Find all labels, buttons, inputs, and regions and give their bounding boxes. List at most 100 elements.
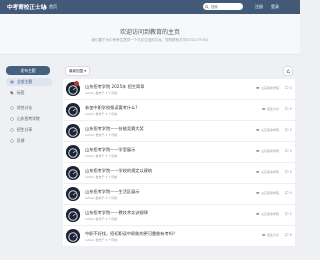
- pinned-badge-icon: [74, 81, 79, 86]
- reply-count: 0: [285, 233, 292, 237]
- topic-category[interactable]: 招生分享: [262, 107, 279, 111]
- category-icon: [256, 213, 260, 216]
- sidebar-item-school[interactable]: 山东招考学院: [6, 115, 52, 123]
- reply-count-value: 0: [289, 128, 292, 132]
- topic-title[interactable]: 山东招考学院——学校的规定以建筑: [85, 168, 152, 174]
- topic-category-label: 山东招考学院: [260, 191, 279, 195]
- category-icon: [256, 171, 260, 174]
- topic-title[interactable]: 参加中职学校报读要考什么?: [85, 105, 137, 111]
- comment-icon: [285, 233, 289, 237]
- reply-count: 0: [285, 128, 292, 132]
- banner-subtitle: 我们属于为中考考生提供一个讨论交流的平台，您的联系方式0532179781: [91, 38, 209, 42]
- share-icon: [10, 128, 14, 132]
- avatar[interactable]: [66, 103, 80, 117]
- topic-row[interactable]: 山东招考学院 2025年 招生简章 admin 发布于 3 个月前 山东招考学院 0: [63, 79, 295, 100]
- list-icon: [10, 80, 14, 84]
- user-avatar-icon: [66, 167, 80, 180]
- topic-category[interactable]: 山东招考学院: [256, 149, 279, 153]
- reply-count-value: 0: [289, 212, 292, 216]
- user-avatar-icon: [66, 230, 80, 243]
- sort-dropdown[interactable]: 最新回复 ▾: [65, 66, 91, 76]
- reply-count-value: 0: [289, 86, 292, 90]
- user-avatar-icon: [66, 209, 80, 222]
- topic-row[interactable]: 山东招考学院——学校的规定以建筑 admin 发布于 3 个月前 山东招考学院 0: [63, 163, 295, 184]
- reply-count-value: 0: [289, 149, 292, 153]
- refresh-icon: [286, 68, 290, 73]
- list-toolbar: 最新回复 ▾: [63, 64, 295, 76]
- reply-count-value: 0: [289, 191, 292, 195]
- topic-title[interactable]: 中职不好找，招初职读中职能的更可靠能有考吗？: [85, 231, 177, 237]
- user-avatar-icon: [66, 104, 80, 117]
- avatar[interactable]: [66, 145, 80, 159]
- comment-icon: [285, 191, 289, 195]
- sidebar-item-label: 反馈: [17, 138, 25, 143]
- topic-title[interactable]: 山东招考学院——学室展示: [85, 147, 135, 153]
- sidebar-item-feedback[interactable]: 反馈: [6, 137, 52, 145]
- avatar[interactable]: [66, 124, 80, 138]
- topic-category-label: 招生分享: [266, 107, 279, 111]
- site-brand[interactable]: 中考寄校正士站: [7, 3, 46, 11]
- home-link[interactable]: 首页: [43, 4, 57, 10]
- sidebar-item-share[interactable]: 招生分享: [6, 126, 52, 134]
- topic-title[interactable]: 山东招考学院——技能竞赛大奖: [85, 126, 144, 132]
- topic-title[interactable]: 山东招考学院 2025年 招生简章: [85, 84, 144, 90]
- topic-row[interactable]: 参加中职学校报读要考什么? admin 发布于 3 个月前 招生分享 0: [63, 100, 295, 121]
- avatar[interactable]: [66, 187, 80, 201]
- sidebar-item-tags[interactable]: 标签: [6, 89, 52, 97]
- comment-icon: [285, 107, 289, 111]
- topic-meta: admin 发布于 3 个月前: [85, 217, 118, 221]
- topic-list-area: 最新回复 ▾ 山东招考学院 2025年 招生简章 admin 发布于 3 个月前山…: [63, 64, 295, 247]
- search-input[interactable]: [209, 4, 241, 9]
- topic-title[interactable]: 山东招考学院——教技术实训规律: [85, 210, 148, 216]
- reply-count-value: 0: [289, 107, 292, 111]
- category-icon: [262, 108, 266, 111]
- top-navbar: 中考寄校正士站 首页 注册 登录: [0, 0, 300, 14]
- topic-category-label: 山东招考学院: [260, 212, 279, 216]
- avatar[interactable]: [66, 208, 80, 222]
- topic-row[interactable]: 中职不好找，招初职读中职能的更可靠能有考吗？ admin 发布于 3 个月前 招生分…: [63, 226, 295, 247]
- comment-icon: [285, 128, 289, 132]
- login-link[interactable]: 登录: [271, 4, 279, 10]
- topic-row[interactable]: 山东招考学院——教技术实训规律 admin 发布于 3 个月前 山东招考学院 0: [63, 205, 295, 226]
- comment-icon: [285, 170, 289, 174]
- banner-title: 欢迎访问到教育的主页: [119, 29, 180, 36]
- sort-label: 最新回复: [69, 68, 84, 73]
- category-icon: [256, 150, 260, 153]
- reply-count-value: 0: [289, 233, 292, 237]
- search-box[interactable]: [203, 3, 243, 10]
- topic-category[interactable]: 山东招考学院: [256, 191, 279, 195]
- avatar[interactable]: [66, 229, 80, 243]
- welcome-banner: 欢迎访问到教育的主页 我们属于为中考考生提供一个讨论交流的平台，您的联系方式05…: [0, 14, 300, 55]
- tag-icon: [10, 91, 14, 95]
- sidebar-item-label: 综合讨论: [17, 105, 33, 110]
- reply-count: 0: [285, 86, 292, 90]
- register-link[interactable]: 注册: [255, 4, 263, 10]
- avatar[interactable]: [66, 166, 80, 180]
- sidebar-item-all-topics[interactable]: 全部主题: [6, 78, 52, 86]
- comment-icon: [285, 149, 289, 153]
- home-link-label: 首页: [49, 4, 57, 9]
- category-icon: [256, 192, 260, 195]
- sidebar-item-label: 山东招考学院: [17, 116, 40, 121]
- user-avatar-icon: [66, 125, 80, 138]
- topic-category[interactable]: 山东招考学院: [256, 170, 279, 174]
- topic-title[interactable]: 山东招考学院——生活区展示: [85, 189, 139, 195]
- topic-category[interactable]: 山东招考学院: [256, 86, 279, 90]
- topic-category[interactable]: 山东招考学院: [256, 128, 279, 132]
- topic-row[interactable]: 山东招考学院——技能竞赛大奖 admin 发布于 3 个月前 山东招考学院 0: [63, 121, 295, 142]
- category-icon: [256, 129, 260, 132]
- topic-meta: admin 发布于 3 个月前: [85, 175, 118, 179]
- topic-category[interactable]: 山东招考学院: [256, 212, 279, 216]
- new-topic-button[interactable]: 发布主题: [6, 66, 50, 75]
- topic-category-label: 山东招考学院: [260, 128, 279, 132]
- reply-count: 0: [285, 107, 292, 111]
- refresh-button[interactable]: [283, 66, 293, 76]
- topic-category[interactable]: 招生分享: [262, 233, 279, 237]
- home-icon: [43, 5, 47, 9]
- sidebar-item-general[interactable]: 综合讨论: [6, 104, 52, 112]
- topic-row[interactable]: 山东招考学院——学室展示 admin 发布于 3 个月前 山东招考学院 0: [63, 142, 295, 163]
- topic-meta: admin 发布于 3 个月前: [85, 91, 118, 95]
- topic-meta: admin 发布于 3 个月前: [85, 112, 118, 116]
- school-icon: [10, 117, 14, 121]
- topic-row[interactable]: 山东招考学院——生活区展示 admin 发布于 3 个月前 山东招考学院 0: [63, 184, 295, 205]
